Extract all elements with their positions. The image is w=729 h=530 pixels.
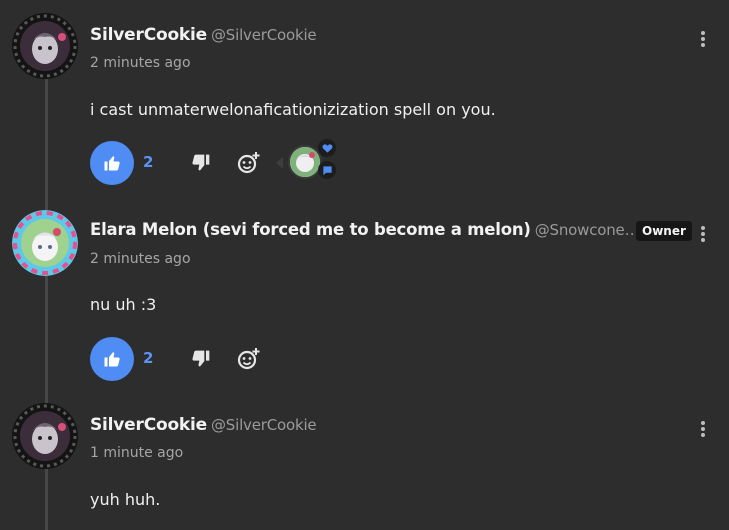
- author-name[interactable]: SilverCookie @SilverCookie: [90, 415, 317, 435]
- like-count: 2: [143, 153, 154, 171]
- avatar[interactable]: [12, 13, 78, 79]
- more-options-button[interactable]: [697, 419, 709, 441]
- kebab-dot: [701, 238, 705, 242]
- author-name[interactable]: Elara Melon (sevi forced me to become a …: [90, 220, 640, 239]
- timestamp: 2 minutes ago: [90, 55, 191, 71]
- thumbs-up-icon: [104, 352, 120, 367]
- kebab-dot: [701, 31, 705, 35]
- kebab-dot: [701, 43, 705, 47]
- author-display-name[interactable]: Elara Melon (sevi forced me to become a …: [90, 220, 531, 239]
- more-options-button[interactable]: [697, 29, 709, 51]
- kebab-dot: [701, 37, 705, 41]
- avatar[interactable]: [12, 210, 78, 276]
- author-display-name[interactable]: SilverCookie: [90, 25, 207, 45]
- dislike-button[interactable]: [191, 349, 211, 369]
- kebab-dot: [701, 427, 705, 431]
- thumbs-up-icon: [104, 156, 120, 171]
- reactions-pointer: [276, 157, 283, 169]
- like-count: 2: [143, 349, 154, 367]
- add-reaction-button[interactable]: [236, 347, 260, 371]
- comment-text: nu uh :3: [90, 295, 157, 314]
- heart-icon: [322, 143, 332, 153]
- reactions-summary[interactable]: [276, 139, 336, 185]
- author-name[interactable]: SilverCookie @SilverCookie: [90, 25, 317, 45]
- author-display-name[interactable]: SilverCookie: [90, 415, 207, 435]
- author-handle[interactable]: @SilverCookie: [211, 26, 317, 44]
- comment-text: yuh huh.: [90, 490, 161, 509]
- like-button[interactable]: [90, 141, 134, 185]
- owner-badge: Owner: [636, 221, 692, 241]
- kebab-dot: [701, 232, 705, 236]
- kebab-dot: [701, 421, 705, 425]
- reaction-chat: [318, 161, 336, 179]
- more-options-button[interactable]: [697, 224, 709, 246]
- like-button[interactable]: [90, 337, 134, 381]
- add-reaction-button[interactable]: [236, 151, 260, 175]
- thumbs-down-icon: [192, 350, 210, 367]
- chat-bubble-icon: [322, 165, 332, 175]
- kebab-dot: [701, 226, 705, 230]
- timestamp: 1 minute ago: [90, 445, 184, 461]
- avatar[interactable]: [12, 403, 78, 469]
- dislike-button[interactable]: [191, 153, 211, 173]
- add-reaction-icon: [237, 348, 260, 370]
- reaction-heart: [318, 139, 336, 157]
- thumbs-down-icon: [192, 154, 210, 171]
- author-handle[interactable]: @Snowcone…: [535, 221, 640, 239]
- author-handle[interactable]: @SilverCookie: [211, 416, 317, 434]
- comment-text: i cast unmaterwelonaficationizization sp…: [90, 100, 496, 119]
- timestamp: 2 minutes ago: [90, 251, 191, 267]
- kebab-dot: [701, 433, 705, 437]
- add-reaction-icon: [237, 152, 260, 174]
- reactor-avatar: [288, 145, 322, 179]
